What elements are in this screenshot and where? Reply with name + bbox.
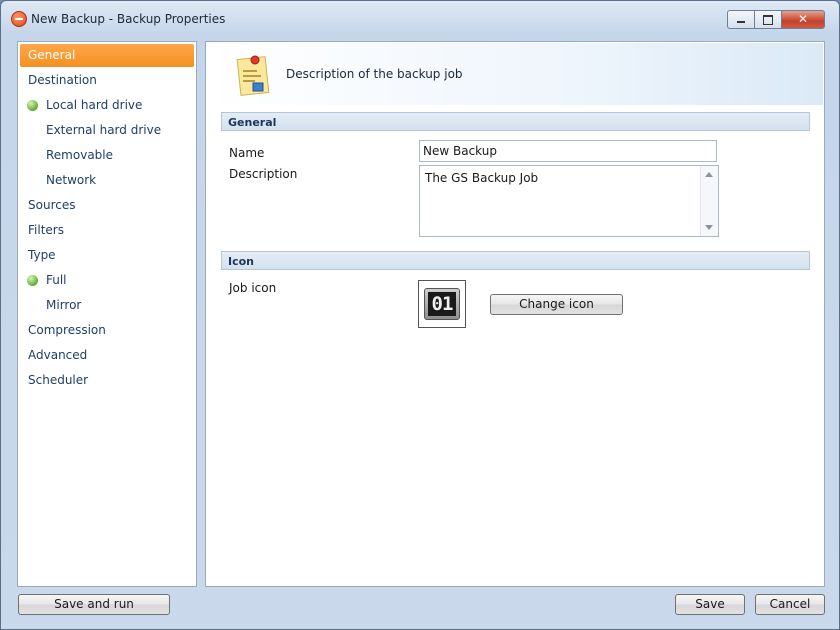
job-icon-image: 01 [424, 288, 460, 320]
close-icon: ✕ [797, 12, 809, 26]
status-bullet-icon [27, 100, 38, 111]
sidebar-item-label: General [28, 48, 76, 62]
job-icon-preview: 01 [418, 280, 466, 328]
window-title: New Backup - Backup Properties [31, 12, 226, 26]
sidebar-item-type[interactable]: Type [20, 244, 194, 267]
minimize-icon [737, 21, 745, 23]
description-textarea[interactable]: The GS Backup Job [419, 165, 719, 237]
sidebar-item-label: Local hard drive [46, 98, 143, 112]
sidebar-item-advanced[interactable]: Advanced [20, 344, 194, 367]
description-label: Description [229, 167, 298, 181]
sidebar-item-scheduler[interactable]: Scheduler [20, 369, 194, 392]
panel-header: Description of the backup job [207, 43, 823, 105]
sidebar-item-general[interactable]: General [20, 44, 194, 67]
maximize-icon [763, 15, 773, 25]
sidebar-item-full[interactable]: Full [20, 269, 194, 292]
sidebar-item-label: Sources [28, 198, 76, 212]
title-bar[interactable]: New Backup - Backup Properties ✕ [1, 1, 839, 35]
app-logo-icon [11, 11, 27, 27]
sidebar-item-destination[interactable]: Destination [20, 69, 194, 92]
sidebar-item-label: Destination [28, 73, 97, 87]
sidebar-item-label: Compression [28, 323, 106, 337]
sidebar-item-label: Advanced [28, 348, 88, 362]
sidebar-item-label: Mirror [46, 298, 82, 312]
sidebar-item-label: Removable [46, 148, 114, 162]
description-value: The GS Backup Job [425, 171, 539, 185]
sidebar-item-label: Filters [28, 223, 64, 237]
status-bullet-icon [27, 275, 38, 286]
scroll-down-icon[interactable] [705, 225, 713, 230]
name-label: Name [229, 146, 265, 160]
general-section-header: General [221, 112, 810, 131]
sidebar-item-external-hard-drive[interactable]: External hard drive [20, 119, 194, 142]
sidebar-item-local-hard-drive[interactable]: Local hard drive [20, 94, 194, 117]
sidebar-item-sources[interactable]: Sources [20, 194, 194, 217]
save-button[interactable]: Save [675, 594, 745, 615]
maximize-button[interactable] [754, 10, 781, 29]
job-icon-label: Job icon [229, 281, 277, 295]
panel-description: Description of the backup job [286, 67, 463, 81]
sidebar-item-removable[interactable]: Removable [20, 144, 194, 167]
sidebar-item-label: Full [46, 273, 67, 287]
sidebar-item-filters[interactable]: Filters [20, 219, 194, 242]
name-input[interactable] [419, 140, 717, 162]
document-note-icon [236, 55, 270, 96]
sidebar-item-label: Type [28, 248, 56, 262]
description-scrollbar[interactable] [700, 166, 718, 236]
sidebar-item-mirror[interactable]: Mirror [20, 294, 194, 317]
sidebar-item-label: Network [46, 173, 97, 187]
sidebar-item-label: Scheduler [28, 373, 89, 387]
icon-section-header: Icon [221, 251, 810, 270]
minimize-button[interactable] [727, 10, 754, 29]
sidebar-item-network[interactable]: Network [20, 169, 194, 192]
sidebar-item-label: External hard drive [46, 123, 162, 137]
sidebar-nav: General Destination Local hard drive Extern… [17, 41, 197, 587]
job-icon-digits: 01 [428, 292, 456, 316]
backup-properties-window: New Backup - Backup Properties ✕ General… [0, 0, 840, 630]
window-controls: ✕ [727, 10, 825, 29]
save-and-run-button[interactable]: Save and run [18, 594, 170, 615]
change-icon-button[interactable]: Change icon [490, 294, 623, 315]
close-button[interactable]: ✕ [781, 10, 825, 29]
scroll-up-icon[interactable] [705, 172, 713, 177]
main-panel: Description of the backup job General Na… [205, 41, 825, 587]
sidebar-item-compression[interactable]: Compression [20, 319, 194, 342]
cancel-button[interactable]: Cancel [755, 594, 825, 615]
